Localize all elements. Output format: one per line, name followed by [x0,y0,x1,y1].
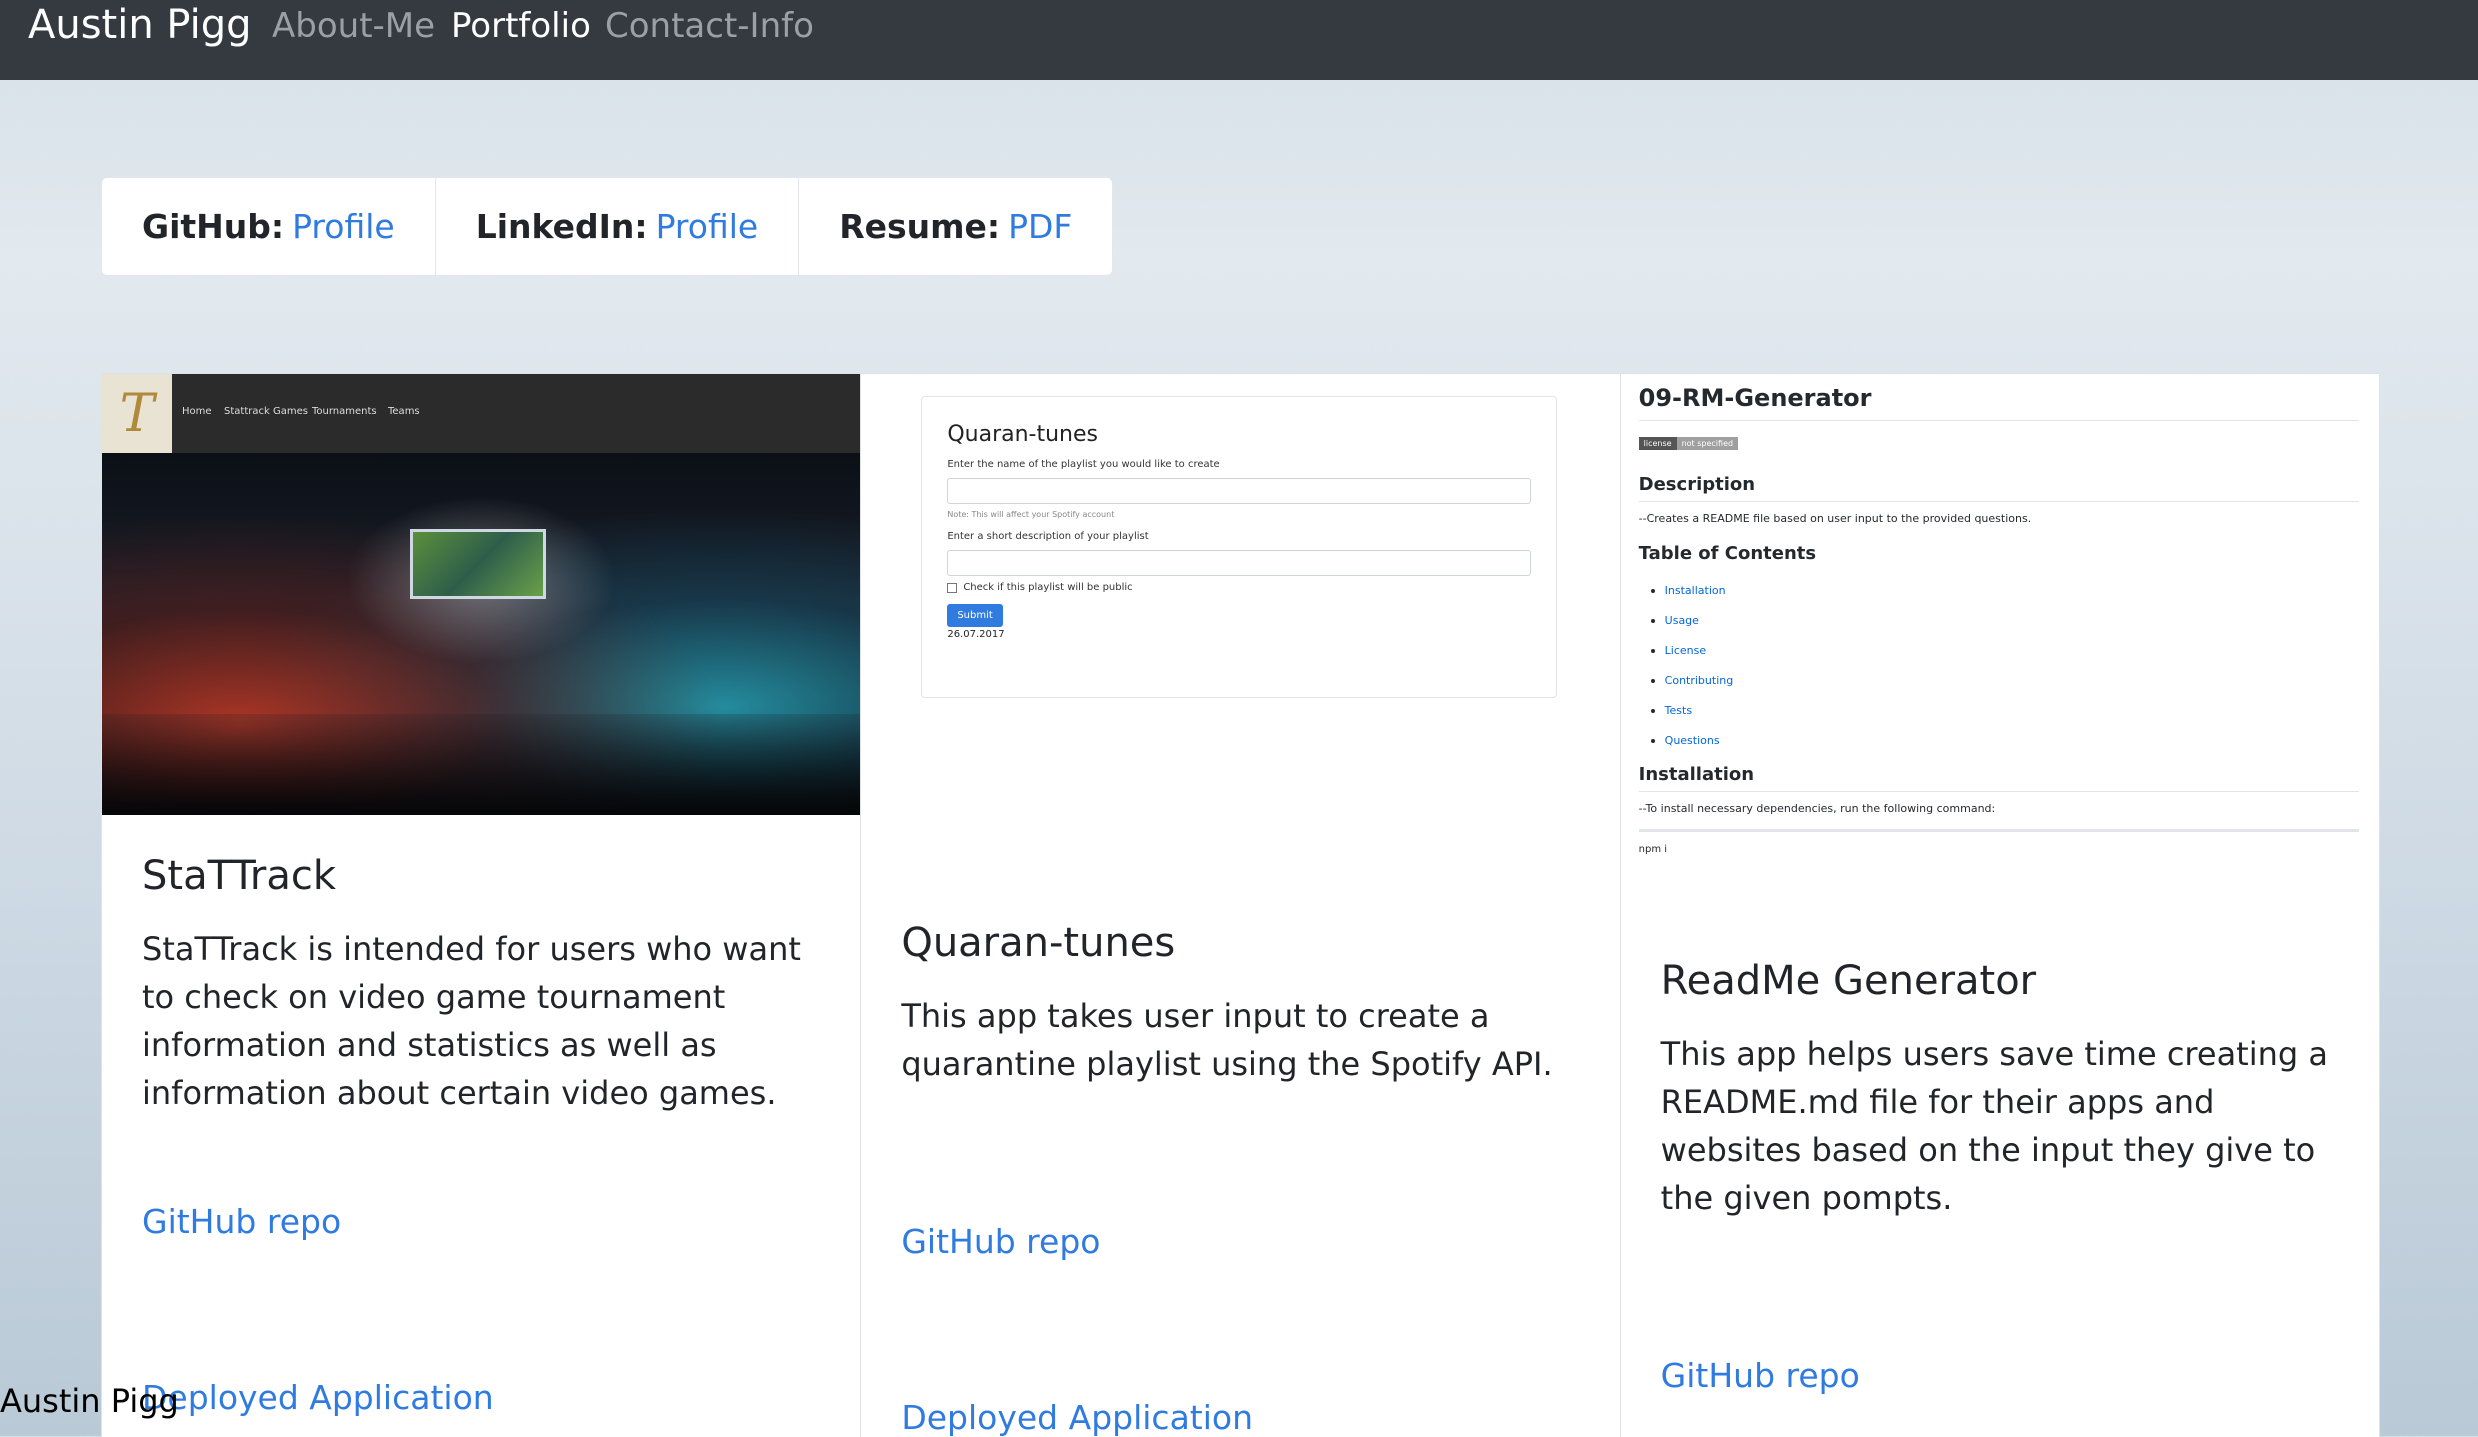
toc-item: Tests [1650,704,2359,717]
card-title: ReadMe Generator [1660,958,2037,1004]
license-badge: license not specified [1638,437,1739,450]
footer-name: Austin Pigg [0,1382,179,1420]
stattrack-nav-item: Home [182,406,212,417]
stattrack-nav-item: Teams [388,406,420,417]
toc-item-label: Contributing [1664,674,1734,687]
card-body: Quaran-tunes This app takes user input t… [861,882,1619,1088]
project-card-readme-generator: 09-RM-Generator license not specified De… [1620,374,2379,1437]
readme-heading-toc: Table of Contents [1638,543,1817,564]
card-text: This app helps users save time creating … [1660,1035,2328,1217]
readme-heading-installation: Installation [1638,764,2359,792]
toc-item: Contributing [1650,674,2359,687]
readme-description-text: --Creates a README file based on user in… [1638,512,2032,525]
stattrack-nav-item: Stattrack Games [224,406,308,417]
linkedin-label: LinkedIn: [475,207,648,246]
deployed-app-link[interactable]: Deployed Application [901,1398,1253,1437]
brand-link[interactable]: Austin Pigg [28,2,252,48]
github-repo-link[interactable]: GitHub repo [142,1202,341,1241]
card-body: ReadMe Generator This app helps users sa… [1621,920,2379,1222]
checkbox-icon [947,582,958,593]
readme-installation-text: --To install necessary dependencies, run… [1638,802,1996,815]
bullet-icon [1650,678,1655,683]
mock-note: Note: This will affect your Spotify acco… [947,510,1115,519]
card-text: This app takes user input to create a qu… [901,997,1553,1083]
mock-checkbox-row: Check if this playlist will be public [947,582,1531,593]
readme-generator-screenshot: 09-RM-Generator license not specified De… [1620,374,2379,920]
readme-toc-list: Installation Usage License Contributing … [1639,584,2359,747]
stattrack-topbar [102,374,861,453]
github-repo-link[interactable]: GitHub repo [1661,1356,1860,1395]
project-card-quaran-tunes: Quaran-tunes Enter the name of the playl… [861,374,1621,1437]
mock-checkbox-label: Check if this playlist will be public [963,582,1133,593]
resume-pdf-link[interactable]: PDF [1008,207,1072,246]
bullet-icon [1650,708,1655,713]
profile-links-bar: GitHub: Profile LinkedIn: Profile Resume… [101,177,1114,276]
portfolio-cards: T Home Stattrack Games Tournaments Teams… [101,373,2380,1437]
navbar: Austin Pigg About-Me Portfolio Contact-I… [0,0,2478,80]
badge-right: not specified [1676,437,1739,450]
bullet-icon [1650,738,1655,743]
toc-item: Questions [1650,734,2359,747]
github-label: GitHub: [142,207,285,246]
nav-contact-info[interactable]: Contact-Info [605,6,814,46]
mock-form-title: Quaran-tunes [947,422,1098,447]
arena-screen [410,529,546,599]
stattrack-nav-item: Tournaments [312,406,377,417]
badge-left: license [1638,437,1677,450]
readme-code: npm i [1638,844,1668,855]
readme-heading-description: Description [1638,474,2359,502]
toc-item-label: Usage [1664,614,1699,627]
toc-item: License [1650,644,2359,657]
bullet-icon [1650,648,1655,653]
mock-form-inner: Quaran-tunes Enter the name of the playl… [947,422,1532,640]
toc-item-label: Questions [1664,734,1720,747]
github-cell: GitHub: Profile [102,178,436,275]
readme-title: 09-RM-Generator [1638,384,2359,421]
deployed-app-link[interactable]: Deployed Application [142,1378,494,1417]
mock-label-description: Enter a short description of your playli… [947,531,1149,542]
toc-item-label: Tests [1664,704,1693,717]
github-repo-link[interactable]: GitHub repo [901,1222,1100,1261]
mock-date: 26.07.2017 [947,629,1005,640]
linkedin-profile-link[interactable]: Profile [656,207,759,246]
stattrack-logo: T [102,374,172,453]
quaran-tunes-screenshot: Quaran-tunes Enter the name of the playl… [861,374,1620,882]
nav-portfolio[interactable]: Portfolio [451,6,591,46]
toc-item: Usage [1650,614,2359,627]
linkedin-cell: LinkedIn: Profile [436,178,800,275]
bullet-icon [1650,618,1655,623]
arena-crowd [102,714,861,815]
toc-item-label: License [1664,644,1707,657]
resume-label: Resume: [839,207,1001,246]
mock-input-name [947,478,1532,504]
card-body: StaTTrack StaTTrack is intended for user… [102,815,860,1117]
toc-item-label: Installation [1664,584,1726,597]
card-title: Quaran-tunes [901,920,1176,966]
mock-form: Quaran-tunes Enter the name of the playl… [921,396,1558,698]
stattrack-screenshot: T Home Stattrack Games Tournaments Teams [102,374,861,815]
toc-item: Installation [1650,584,2359,597]
mock-input-description [947,550,1532,576]
readme-preview: 09-RM-Generator license not specified De… [1638,384,2359,855]
resume-cell: Resume: PDF [799,178,1112,275]
readme-divider [1638,829,2359,832]
card-text: StaTTrack is intended for users who want… [142,930,801,1112]
github-profile-link[interactable]: Profile [292,207,395,246]
mock-submit-button: Submit [947,604,1003,627]
nav-about-me[interactable]: About-Me [272,6,435,46]
project-card-stattrack: T Home Stattrack Games Tournaments Teams… [102,374,862,1437]
card-title: StaTTrack [142,853,336,899]
mock-label-name: Enter the name of the playlist you would… [947,459,1220,470]
bullet-icon [1650,588,1655,593]
